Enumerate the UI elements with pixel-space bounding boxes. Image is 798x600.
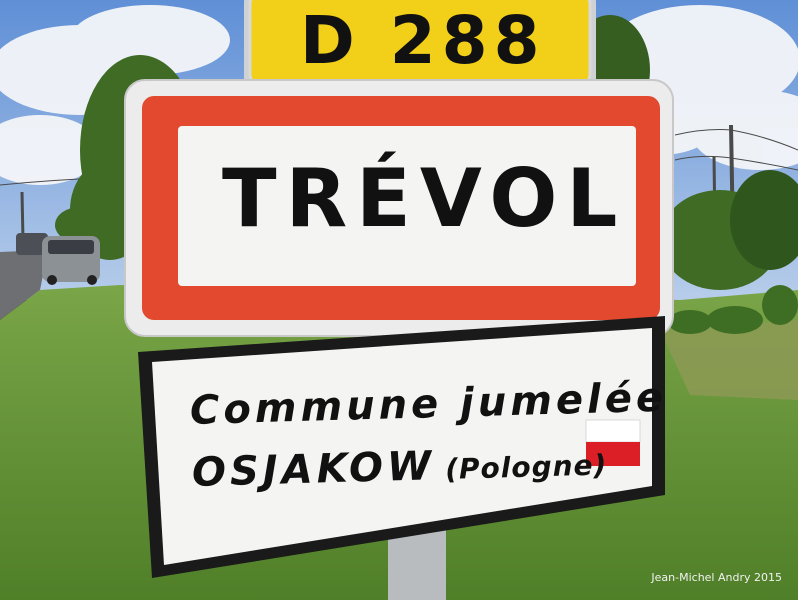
route-number: D 288 <box>300 2 546 79</box>
twin-country: (Pologne) <box>444 448 608 486</box>
town-name: TRÉVOL <box>222 152 627 245</box>
photo-credit: Jean-Michel Andry 2015 <box>651 571 782 584</box>
photo-frame: D 288 TRÉVOL Commune jumelée OSJAKOW (Pol… <box>0 0 798 600</box>
scene-illustration <box>0 0 798 600</box>
twin-city: OSJAKOW <box>191 443 436 496</box>
sign-pole <box>388 530 446 600</box>
